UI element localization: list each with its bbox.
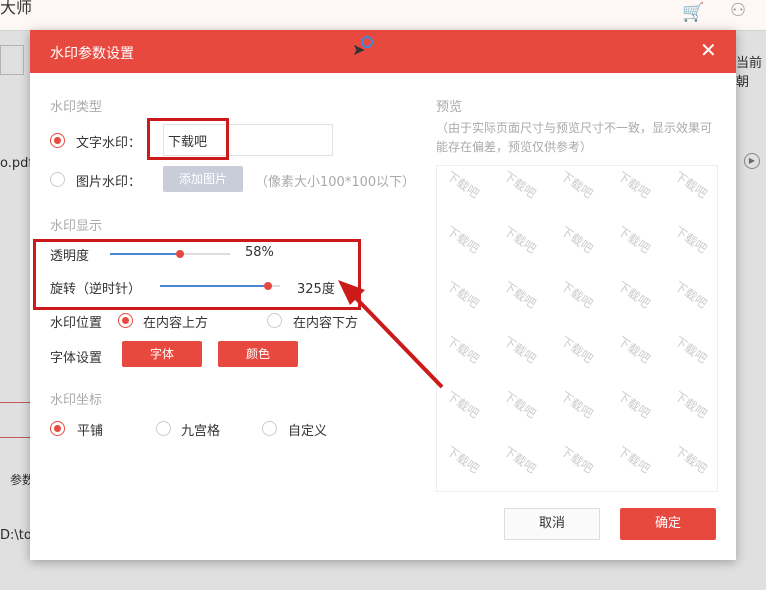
loading-icon — [361, 36, 373, 48]
annotation-arrow — [338, 280, 444, 389]
